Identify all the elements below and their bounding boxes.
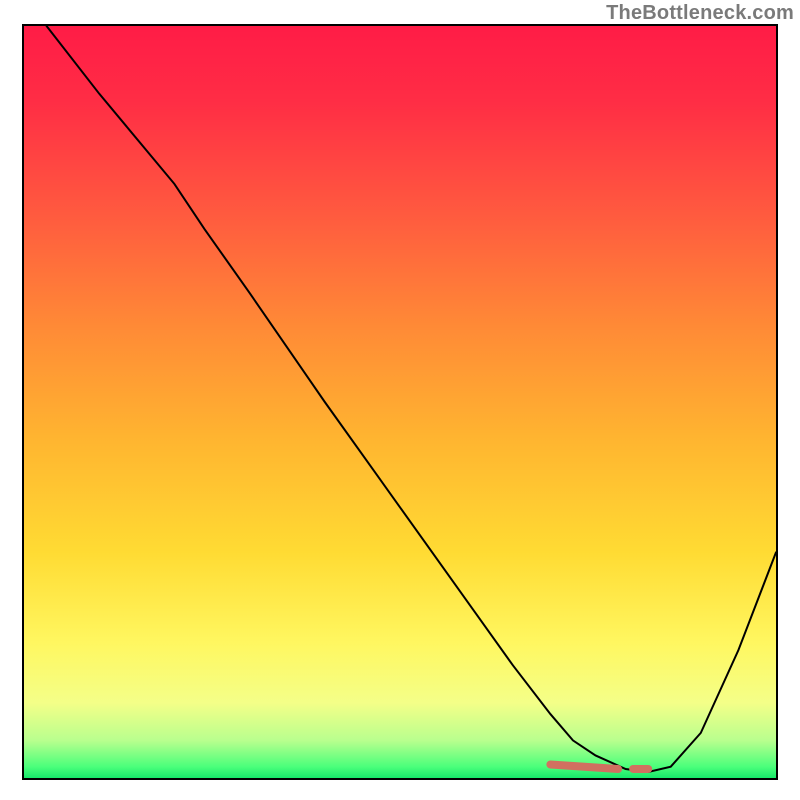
attribution-label: TheBottleneck.com xyxy=(606,2,794,25)
chart-area xyxy=(22,24,778,780)
chart-svg xyxy=(24,26,776,778)
marker-min-band-left xyxy=(550,764,618,769)
markers-group xyxy=(550,764,648,769)
